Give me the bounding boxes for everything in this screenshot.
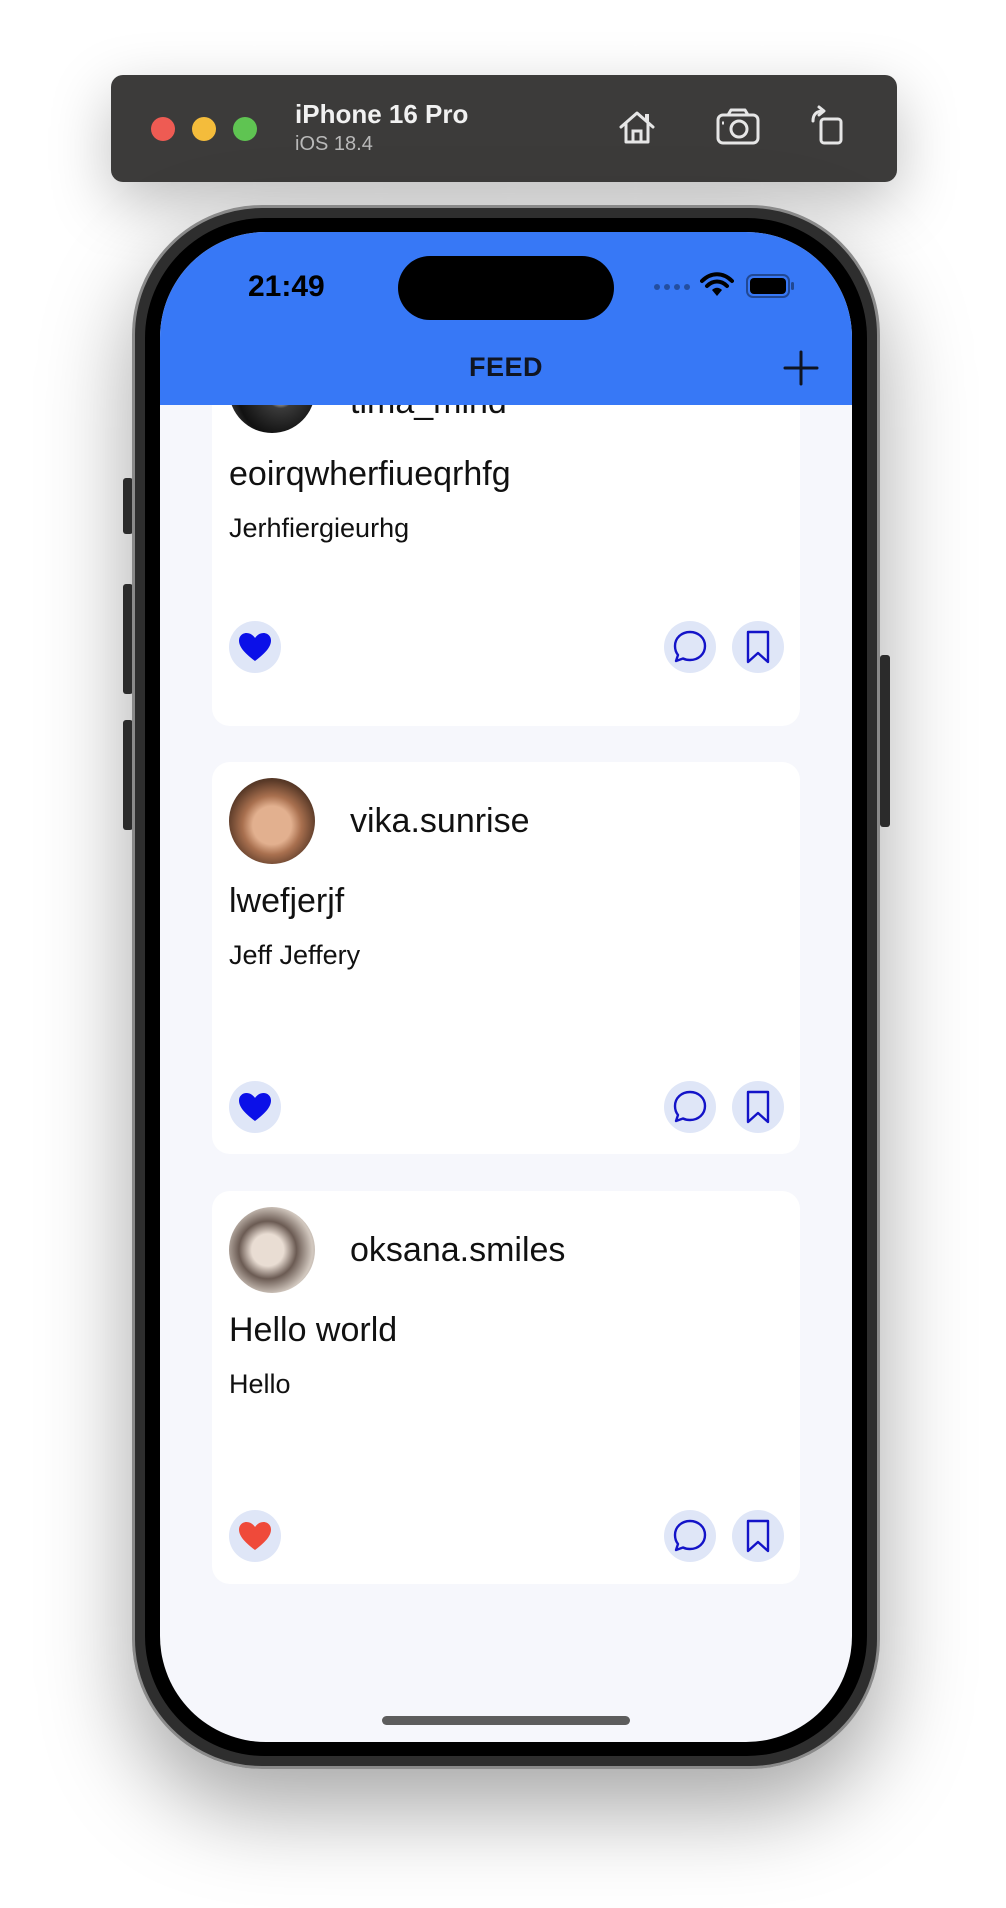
- bookmark-button[interactable]: [732, 1510, 784, 1562]
- home-indicator[interactable]: [382, 1716, 630, 1725]
- power-button[interactable]: [880, 655, 890, 827]
- plus-icon: [783, 350, 819, 386]
- post-card: vika.sunrise lwefjerjf Jeff Jeffery: [212, 762, 800, 1154]
- screenshot-button[interactable]: [712, 101, 764, 153]
- bookmark-button[interactable]: [732, 1081, 784, 1133]
- dynamic-island: [398, 256, 614, 320]
- post-username[interactable]: tima_mind: [350, 405, 507, 422]
- post-body: Jerhfiergieurhg: [229, 513, 410, 543]
- phone-screen: 21:49 FEED eoirqwherfiueqrhfg Jerhfiergi…: [160, 232, 852, 1742]
- bookmark-icon: [746, 1519, 770, 1553]
- post-body: Jeff Jeffery: [229, 940, 361, 970]
- heart-filled-icon: [239, 633, 271, 661]
- page-title: FEED: [468, 352, 543, 382]
- cellular-signal-icon: [654, 284, 690, 290]
- rotate-button[interactable]: [801, 101, 853, 153]
- avatar[interactable]: [229, 778, 315, 864]
- like-button[interactable]: [229, 621, 281, 673]
- speech-bubble-icon: [673, 1090, 707, 1123]
- like-button[interactable]: [229, 1081, 281, 1133]
- post-card: oksana.smiles Hello world Hello: [212, 1191, 800, 1584]
- avatar[interactable]: [229, 1207, 315, 1293]
- battery-icon: [746, 274, 794, 298]
- zoom-window-button[interactable]: [233, 117, 257, 141]
- os-version: iOS 18.4: [295, 133, 373, 155]
- comment-button[interactable]: [664, 621, 716, 673]
- home-icon: [619, 111, 655, 144]
- simulator-toolbar: iPhone 16 Pro iOS 18.4: [111, 75, 897, 182]
- home-button[interactable]: [611, 101, 663, 153]
- post-title: lwefjerjf: [229, 882, 345, 920]
- minimize-window-button[interactable]: [192, 117, 216, 141]
- post-title: eoirqwherfiueqrhfg: [229, 455, 511, 493]
- post-body: Hello: [229, 1369, 291, 1399]
- post-username[interactable]: oksana.smiles: [350, 1231, 565, 1270]
- heart-filled-icon: [239, 1522, 271, 1550]
- feed-list[interactable]: tima_mind eoirqwherfiueqrhfg Jerhfiergie…: [160, 405, 852, 1742]
- bookmark-button[interactable]: [732, 621, 784, 673]
- comment-button[interactable]: [664, 1081, 716, 1133]
- navigation-bar: 21:49 FEED: [160, 232, 852, 405]
- post-username[interactable]: vika.sunrise: [350, 802, 530, 841]
- device-name: iPhone 16 Pro: [295, 99, 469, 129]
- bookmark-icon: [746, 1090, 770, 1124]
- add-post-button[interactable]: [783, 350, 819, 386]
- avatar[interactable]: [229, 405, 315, 433]
- bookmark-icon: [746, 630, 770, 664]
- like-button[interactable]: [229, 1510, 281, 1562]
- speech-bubble-icon: [673, 630, 707, 663]
- heart-filled-icon: [239, 1093, 271, 1121]
- wifi-icon: [700, 272, 734, 296]
- post-card: tima_mind eoirqwherfiueqrhfg Jerhfiergie…: [212, 405, 800, 726]
- comment-button[interactable]: [664, 1510, 716, 1562]
- close-window-button[interactable]: [151, 117, 175, 141]
- post-title: Hello world: [229, 1311, 398, 1349]
- status-time: 21:49: [248, 270, 325, 303]
- rotate-icon: [811, 105, 843, 145]
- camera-icon: [716, 108, 760, 145]
- speech-bubble-icon: [673, 1519, 707, 1552]
